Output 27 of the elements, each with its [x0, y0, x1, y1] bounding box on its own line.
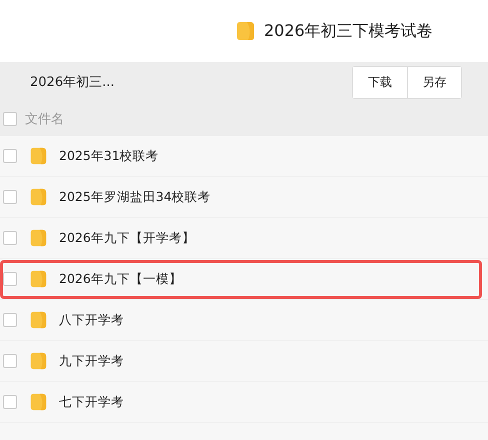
folder-icon: [29, 270, 47, 288]
checkbox[interactable]: [3, 231, 17, 245]
column-header: 文件名: [25, 111, 64, 128]
file-name[interactable]: 七下开学考: [59, 394, 124, 410]
file-name[interactable]: 九下开学考: [59, 352, 124, 370]
checkbox[interactable]: [3, 354, 17, 368]
folder-title: 2026年初三下模考试卷: [264, 20, 433, 42]
breadcrumb[interactable]: 2026年初三...: [30, 73, 114, 91]
folder-icon: [29, 229, 47, 247]
file-name[interactable]: 2026年九下【开学考】: [59, 230, 195, 246]
folder-icon: [235, 21, 255, 41]
folder-icon: [29, 352, 47, 370]
folder-icon: [29, 188, 47, 206]
checkbox[interactable]: [3, 112, 17, 126]
file-name[interactable]: 2025年31校联考: [59, 148, 159, 164]
file-name[interactable]: 八下开学考: [59, 312, 124, 328]
toolbar-button[interactable]: 另存: [407, 66, 461, 98]
folder-icon: [29, 393, 47, 411]
folder-icon: [29, 147, 47, 165]
checkbox[interactable]: [3, 190, 17, 204]
checkbox[interactable]: [3, 149, 17, 163]
checkbox[interactable]: [3, 313, 17, 327]
file-name[interactable]: 2026年九下【一模】: [59, 270, 182, 288]
file-name[interactable]: 2025年罗湖盐田34校联考: [59, 188, 211, 206]
checkbox[interactable]: [3, 272, 17, 286]
checkbox[interactable]: [3, 395, 17, 409]
folder-icon: [29, 311, 47, 329]
